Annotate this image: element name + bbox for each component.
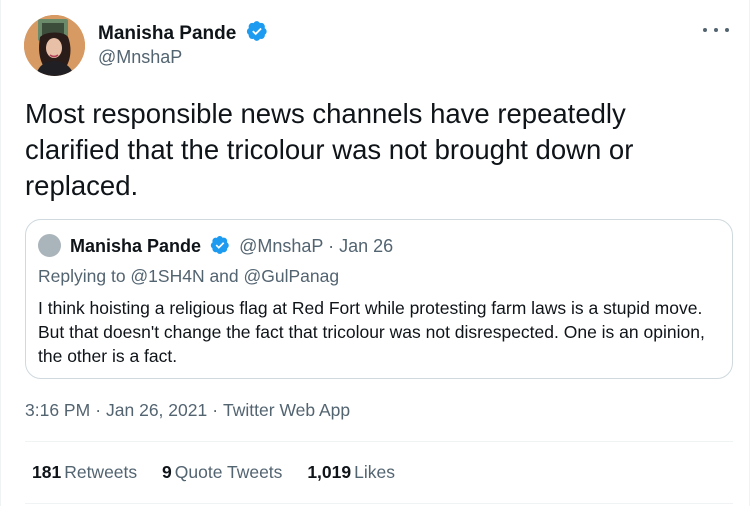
tweet-time[interactable]: 3:16 PM — [25, 400, 90, 420]
tweet-meta: 3:16 PM · Jan 26, 2021 · Twitter Web App — [25, 400, 350, 421]
retweets-stat[interactable]: 181 Retweets — [32, 462, 137, 483]
quoted-tweet[interactable]: Manisha Pande @MnshaP · Jan 26 Replying … — [25, 219, 733, 379]
quoted-handle: @MnshaP — [239, 236, 324, 256]
tweet-text: Most responsible news channels have repe… — [25, 98, 634, 201]
more-dots-icon[interactable] — [703, 20, 729, 40]
author-avatar[interactable] — [24, 15, 85, 76]
dot — [714, 28, 718, 32]
verified-badge-icon — [246, 21, 267, 41]
tweet-date[interactable]: Jan 26, 2021 — [106, 400, 207, 420]
tweet-card: Manisha Pande @MnshaP Most responsible n… — [0, 0, 750, 506]
quote-tweets-stat[interactable]: 9 Quote Tweets — [162, 462, 282, 483]
quoted-meta: @MnshaP · Jan 26 — [239, 236, 393, 256]
quoted-author-avatar — [38, 234, 61, 257]
retweets-count: 181 — [32, 462, 62, 482]
quoted-replying-to: Replying to @1SH4N and @GulPanag — [38, 266, 340, 286]
quoted-date: Jan 26 — [339, 236, 394, 256]
separator: · — [95, 400, 102, 420]
likes-stat[interactable]: 1,019 Likes — [307, 462, 395, 483]
verified-badge-icon — [210, 236, 229, 254]
avatar-image — [24, 15, 85, 76]
divider — [25, 503, 733, 504]
dot — [703, 28, 707, 32]
dot — [725, 28, 729, 32]
likes-label: Likes — [354, 462, 395, 482]
separator: · — [212, 400, 219, 420]
quoted-tweet-text: I think hoisting a religious flag at Red… — [38, 298, 705, 366]
tweet-source[interactable]: Twitter Web App — [223, 400, 350, 420]
quote-tweets-count: 9 — [162, 462, 172, 482]
quoted-author-name: Manisha Pande — [70, 236, 202, 256]
separator: · — [328, 236, 335, 256]
divider — [25, 441, 733, 442]
tweet-stats: 181 Retweets 9 Quote Tweets 1,019 Likes — [32, 462, 415, 483]
author-name[interactable]: Manisha Pande — [98, 20, 268, 45]
retweets-label: Retweets — [64, 462, 138, 482]
author-name-text: Manisha Pande — [98, 23, 237, 44]
quoted-tweet-header: Manisha Pande @MnshaP · Jan 26 — [70, 235, 393, 257]
author-handle[interactable]: @MnshaP — [98, 47, 182, 68]
likes-count: 1,019 — [307, 462, 352, 482]
quote-tweets-label: Quote Tweets — [174, 462, 283, 482]
